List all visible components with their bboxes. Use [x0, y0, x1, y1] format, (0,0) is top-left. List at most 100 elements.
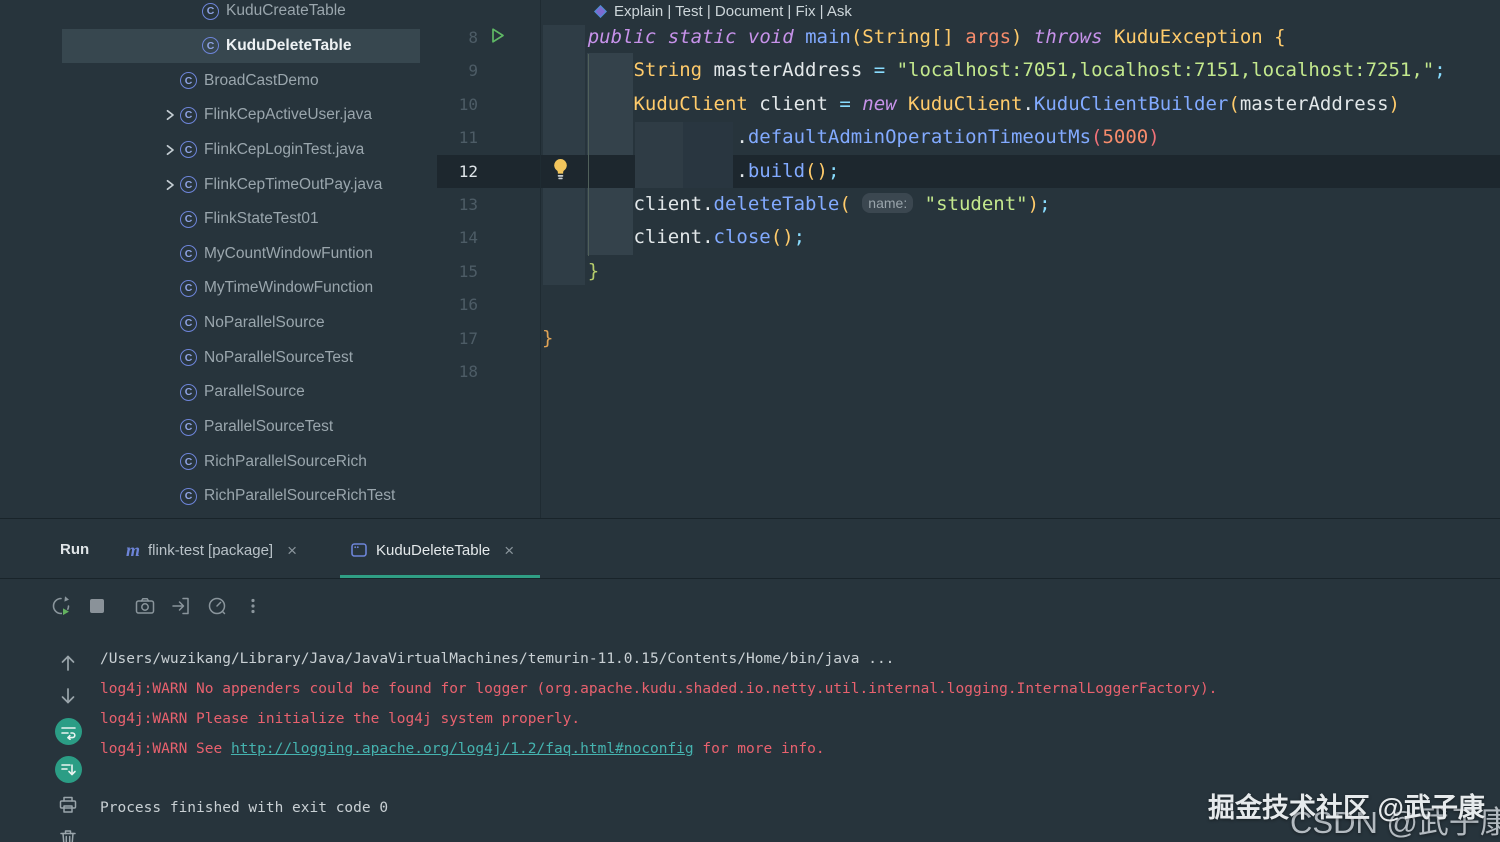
- tree-item[interactable]: C MyCountWindowFuntion: [0, 236, 436, 271]
- indent-guide: [588, 54, 589, 256]
- line-number: 12: [458, 161, 478, 181]
- editor-shade-block: [683, 122, 733, 188]
- console-text: log4j:WARN Please initialize the log4j s…: [100, 711, 581, 727]
- code-token: String[]: [862, 26, 966, 48]
- code-editor[interactable]: 8 9 10 11 12 13 14 15 16 17 18 Explain | Test | Do…: [436, 0, 1500, 518]
- code-token: public static void: [587, 26, 806, 48]
- console-text: log4j:WARN No appenders could be found f…: [100, 681, 1218, 697]
- scroll-up-icon[interactable]: [57, 652, 79, 674]
- tree-item[interactable]: C BroadCastDemo: [0, 63, 436, 98]
- tree-item[interactable]: C RichParallelSourceRich: [0, 444, 436, 479]
- ai-actions-label[interactable]: Explain | Test | Document | Fix | Ask: [614, 3, 852, 20]
- project-tree: C KuduCreateTable C KuduDeleteTable C BroadCa…: [0, 0, 436, 514]
- code-token: String: [633, 59, 703, 82]
- class-icon: C: [180, 176, 197, 194]
- code-token: ;: [827, 159, 840, 182]
- class-icon: C: [180, 141, 197, 159]
- tree-item-label: ParallelSourceTest: [204, 418, 334, 435]
- trash-icon[interactable]: [57, 827, 79, 842]
- tree-item[interactable]: C ParallelSourceTest: [0, 410, 436, 445]
- class-icon: C: [180, 418, 197, 436]
- editor-shade-block: [635, 122, 683, 188]
- code-token: ;: [793, 226, 806, 249]
- active-tab-underline: [340, 575, 540, 578]
- class-icon: C: [180, 487, 197, 505]
- code-token: ;: [1434, 59, 1446, 82]
- attach-debugger-icon[interactable]: [170, 595, 192, 617]
- code-token: main: [805, 26, 851, 48]
- soft-wrap-toggle[interactable]: [54, 718, 82, 745]
- code-token: "localhost:7051,localhost:7151,localhost…: [896, 59, 1435, 82]
- code-token: (): [770, 226, 794, 249]
- tab-flink-test[interactable]: m flink-test [package] ×: [126, 533, 297, 567]
- class-icon: C: [180, 279, 197, 297]
- print-icon[interactable]: [57, 794, 79, 816]
- code-token: client.: [633, 226, 714, 249]
- class-icon: C: [180, 314, 197, 332]
- line-number: 8: [468, 28, 478, 47]
- scroll-down-icon[interactable]: [57, 685, 79, 707]
- run-panel-title: Run: [60, 541, 90, 558]
- console-gutter: [53, 652, 83, 842]
- tree-item-label: RichParallelSourceRichTest: [204, 487, 396, 505]
- chevron-right-icon[interactable]: [160, 143, 180, 157]
- code-token: args: [965, 26, 1012, 48]
- run-tabs-row: Run m flink-test [package] × KuduDeleteT…: [0, 519, 1500, 579]
- tree-item[interactable]: C NoParallelSource: [0, 306, 436, 341]
- parameter-hint: name:: [862, 192, 914, 213]
- tree-item[interactable]: C ParallelSource: [0, 375, 436, 410]
- close-icon[interactable]: ×: [287, 542, 297, 559]
- ai-actions-hint[interactable]: Explain | Test | Document | Fix | Ask: [594, 0, 852, 22]
- project-tree-panel: C KuduCreateTable C KuduDeleteTable C BroadCa…: [0, 0, 436, 518]
- screenshot-button[interactable]: [134, 595, 156, 617]
- tree-item[interactable]: C KuduCreateTable: [0, 0, 436, 29]
- tree-item-label: FlinkCepActiveUser.java: [204, 106, 372, 124]
- run-toolbar: [50, 595, 264, 617]
- tree-item[interactable]: C FlinkCepTimeOutPay.java: [0, 167, 436, 202]
- chevron-right-icon[interactable]: [160, 108, 180, 122]
- code-line: }: [588, 255, 599, 288]
- tree-item-label: KuduCreateTable: [226, 2, 346, 20]
- tree-item[interactable]: C KuduDeleteTable: [62, 28, 420, 64]
- class-icon: C: [180, 245, 197, 263]
- line-number: 13: [458, 195, 478, 214]
- current-line-highlight: [437, 155, 1500, 189]
- tree-item[interactable]: C FlinkCepLoginTest.java: [0, 133, 436, 168]
- editor-shade-block: [587, 53, 633, 255]
- more-options-button[interactable]: [242, 595, 264, 617]
- tree-item[interactable]: C FlinkCepActiveUser.java: [0, 98, 436, 133]
- console-link[interactable]: http://logging.apache.org/log4j/1.2/faq.…: [231, 741, 694, 757]
- tree-item[interactable]: C RichParallelSourceRichTest: [0, 479, 436, 514]
- tree-item[interactable]: C NoParallelSourceTest: [0, 340, 436, 375]
- scroll-to-end-toggle[interactable]: [54, 756, 82, 783]
- tree-item[interactable]: C MyTimeWindowFunction: [0, 271, 436, 306]
- class-icon: C: [180, 349, 197, 367]
- line-number: 16: [458, 295, 478, 315]
- code-line: client.deleteTable( name: "student");: [633, 188, 1051, 221]
- class-icon: C: [180, 210, 197, 228]
- run-gutter-icon[interactable]: [488, 26, 507, 45]
- console-line: log4j:WARN Please initialize the log4j s…: [100, 704, 1500, 734]
- code-token: masterAddress: [702, 59, 874, 82]
- tree-item[interactable]: C FlinkStateTest01: [0, 202, 436, 237]
- tree-item-label: KuduDeleteTable: [226, 36, 352, 54]
- close-icon[interactable]: ×: [504, 542, 514, 559]
- class-icon: C: [202, 2, 219, 20]
- code-line: public static void main(String[] args) t…: [588, 21, 1286, 54]
- line-number: 10: [458, 94, 478, 114]
- code-token: deleteTable: [713, 193, 840, 215]
- code-token: throws: [1022, 26, 1114, 48]
- profiler-gauge-icon[interactable]: [206, 595, 228, 617]
- code-token: =: [839, 92, 851, 115]
- code-token: KuduException: [1113, 26, 1263, 48]
- rerun-button[interactable]: [50, 595, 72, 617]
- tab-kudu-delete-table[interactable]: KuduDeleteTable ×: [340, 533, 540, 578]
- chevron-right-icon[interactable]: [160, 178, 180, 192]
- stop-button[interactable]: [86, 595, 108, 617]
- code-line: KuduClient client = new KuduClient.KuduC…: [633, 88, 1400, 121]
- tree-item-label: MyCountWindowFuntion: [204, 244, 373, 262]
- intention-bulb-icon[interactable]: [552, 158, 569, 181]
